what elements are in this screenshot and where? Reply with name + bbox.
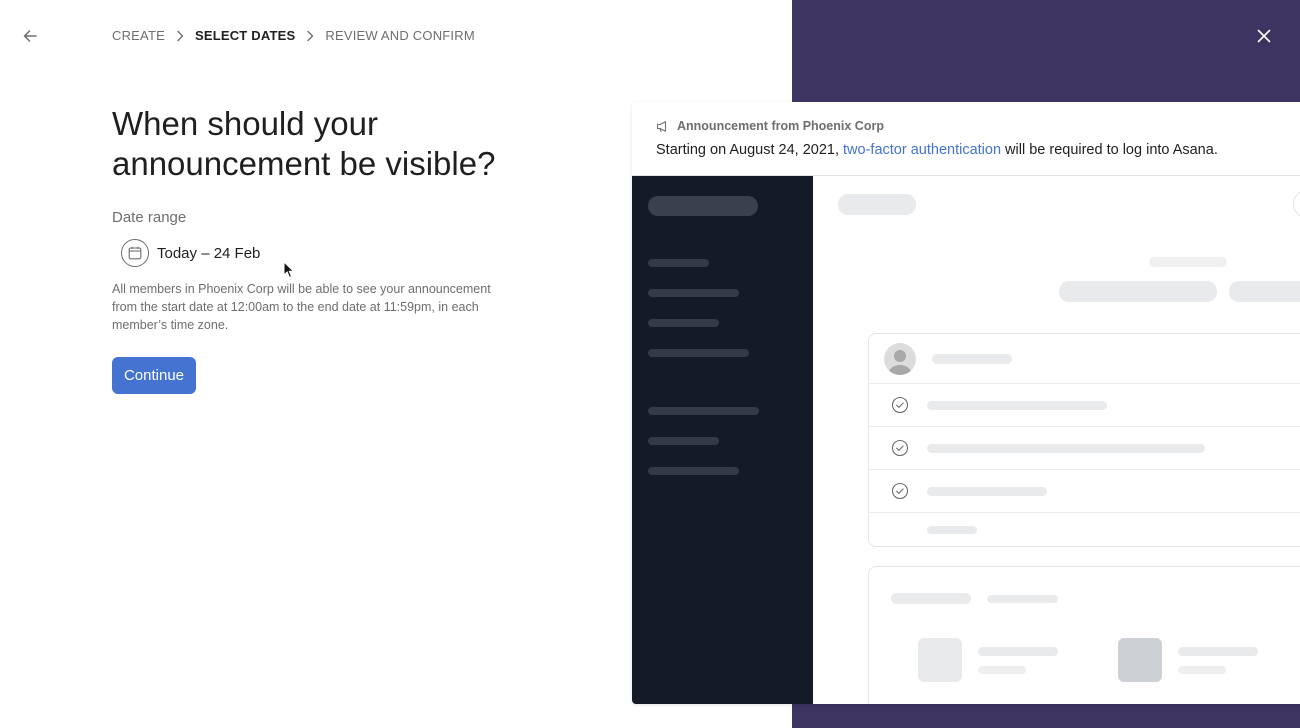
- breadcrumb-create[interactable]: CREATE: [112, 28, 165, 43]
- skeleton-bar: [932, 354, 1012, 364]
- skeleton-bar: [1059, 281, 1217, 302]
- divider: [869, 512, 1300, 513]
- date-range-picker[interactable]: Today – 24 Feb: [121, 239, 260, 267]
- skeleton-bar: [648, 349, 749, 357]
- skeleton-bar: [927, 401, 1107, 410]
- skeleton-bar: [1178, 647, 1258, 656]
- arrow-left-icon: [23, 30, 37, 42]
- skeleton-square: [1118, 638, 1162, 682]
- banner-message: Starting on August 24, 2021, two-factor …: [656, 142, 1300, 158]
- skeleton-square: [918, 638, 962, 682]
- banner-text-after: will be required to log into Asana.: [1001, 142, 1218, 158]
- mouse-cursor-icon: [283, 261, 295, 279]
- chevron-right-icon: [306, 30, 314, 42]
- breadcrumb: CREATE SELECT DATES REVIEW AND CONFIRM: [112, 28, 475, 43]
- mock-task-card: [868, 333, 1300, 547]
- banner-header: Announcement from Phoenix Corp: [656, 119, 1300, 133]
- skeleton-bar: [648, 259, 709, 267]
- date-range-help-text: All members in Phoenix Corp will be able…: [112, 282, 491, 332]
- skeleton-bar: [1229, 281, 1300, 302]
- divider: [869, 426, 1300, 427]
- close-icon: [1257, 29, 1271, 43]
- date-range-value[interactable]: Today – 24 Feb: [157, 245, 260, 262]
- check-circle-icon: [891, 482, 909, 500]
- skeleton-bar: [648, 319, 719, 327]
- skeleton-bar: [891, 593, 971, 604]
- announcement-preview: Announcement from Phoenix Corp Starting …: [632, 102, 1300, 704]
- chevron-right-icon: [176, 30, 184, 42]
- banner-text-before: Starting on August 24, 2021,: [656, 142, 844, 158]
- mock-sidebar: [632, 176, 813, 704]
- skeleton-bar: [927, 526, 977, 534]
- banner-header-text: Announcement from Phoenix Corp: [677, 119, 884, 133]
- divider: [869, 469, 1300, 470]
- back-button[interactable]: [18, 24, 42, 48]
- skeleton-bar: [927, 487, 1047, 496]
- check-circle-icon: [891, 396, 909, 414]
- skeleton-bar: [648, 289, 739, 297]
- skeleton-bar: [648, 407, 759, 415]
- skeleton-bar: [987, 595, 1058, 603]
- calendar-icon[interactable]: [121, 239, 149, 267]
- banner-link[interactable]: two-factor authentication: [843, 142, 1001, 158]
- skeleton-bar: [648, 467, 739, 475]
- close-button[interactable]: [1252, 24, 1276, 48]
- breadcrumb-review-and-confirm[interactable]: REVIEW AND CONFIRM: [325, 28, 475, 43]
- mock-bottom-card: [868, 566, 1300, 704]
- mock-main-area: [813, 176, 1300, 704]
- megaphone-icon: [656, 120, 667, 132]
- skeleton-bar: [838, 194, 916, 215]
- skeleton-bar: [648, 437, 719, 445]
- skeleton-circle: [1293, 190, 1300, 218]
- skeleton-bar: [1149, 257, 1227, 267]
- breadcrumb-select-dates[interactable]: SELECT DATES: [195, 28, 295, 43]
- skeleton-bar: [978, 647, 1058, 656]
- skeleton-bar: [1178, 666, 1226, 674]
- page-title: When should your announcement be visible…: [112, 105, 496, 182]
- skeleton-bar: [978, 666, 1026, 674]
- continue-button[interactable]: Continue: [112, 357, 196, 394]
- skeleton-bar: [927, 444, 1205, 453]
- date-range-label: Date range: [112, 209, 187, 226]
- divider: [869, 383, 1300, 384]
- avatar: [884, 343, 916, 375]
- skeleton-bar: [648, 196, 758, 216]
- check-circle-icon: [891, 439, 909, 457]
- announcement-banner: Announcement from Phoenix Corp Starting …: [632, 102, 1300, 176]
